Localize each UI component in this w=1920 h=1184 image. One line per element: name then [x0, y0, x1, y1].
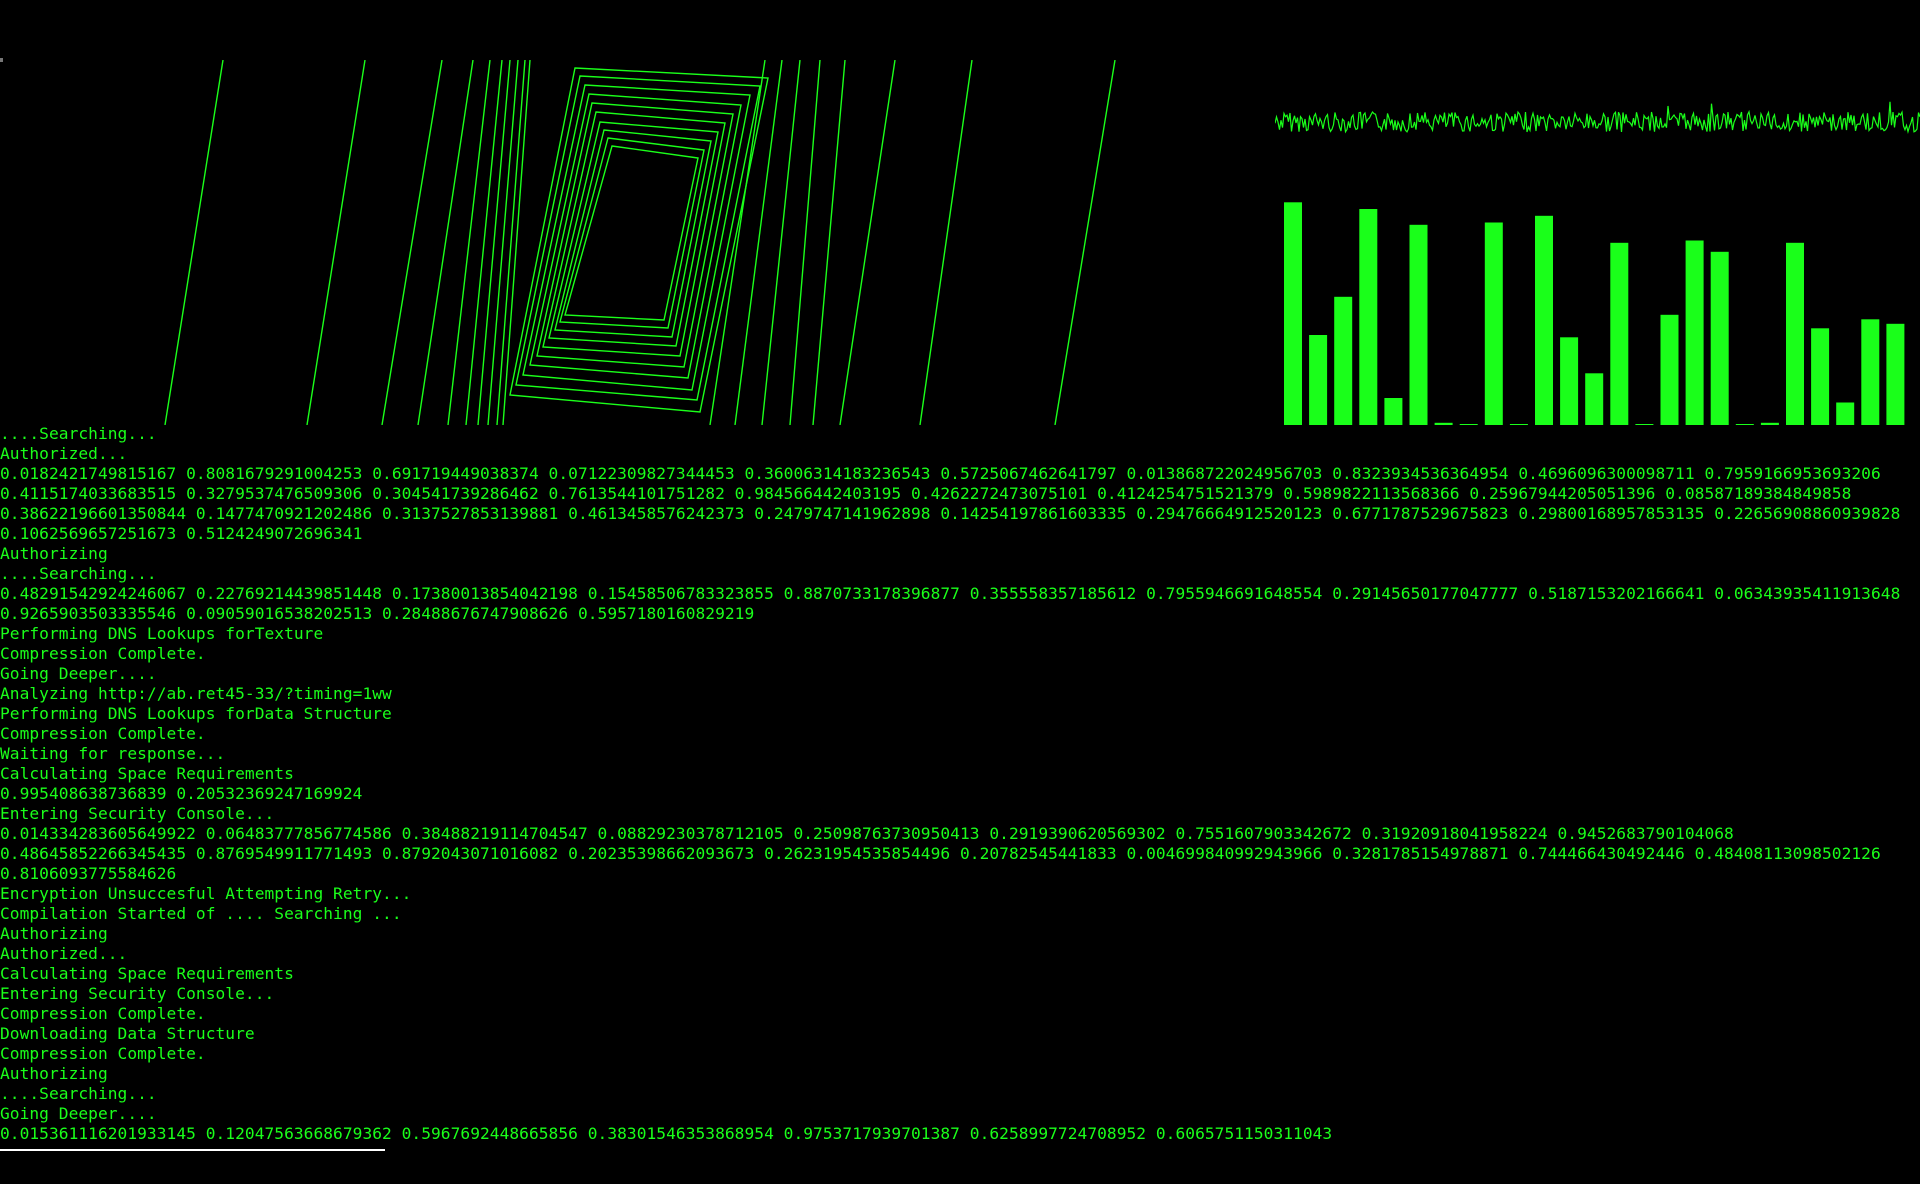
tunnel-line — [1054, 60, 1116, 425]
bar — [1384, 398, 1403, 425]
waveform-visualization — [1275, 101, 1920, 134]
bar — [1309, 335, 1328, 425]
bar — [1334, 296, 1353, 425]
log-line: Analyzing http://ab.ret45-33/?timing=1ww — [0, 684, 392, 703]
bar — [1786, 242, 1804, 425]
terminal-log: ....Searching... Authorized... 0.0182421… — [0, 424, 1920, 1144]
bar — [1560, 337, 1579, 425]
bar — [1811, 328, 1830, 425]
tunnel-line — [487, 60, 519, 425]
tunnel-line — [496, 60, 526, 425]
tunnel-line — [919, 60, 973, 425]
log-line: Authorizing — [0, 544, 108, 563]
log-line: 0.38622196601350844 0.1477470921202486 0… — [0, 504, 1901, 523]
log-line: ....Searching... — [0, 424, 157, 443]
bar-graph-visualization — [1284, 202, 1905, 425]
log-line: 0.48291542924246067 0.22769214439851448 … — [0, 584, 1901, 603]
tunnel-line — [164, 60, 224, 425]
bar — [1710, 251, 1729, 425]
log-line: Compilation Started of .... Searching ..… — [0, 904, 402, 923]
log-line: Calculating Space Requirements — [0, 964, 294, 983]
log-line: Compression Complete. — [0, 644, 206, 663]
log-line: Compression Complete. — [0, 1044, 206, 1063]
tunnel-line — [381, 60, 443, 425]
bar — [1610, 242, 1629, 425]
waveform-trace — [1275, 101, 1920, 134]
bar — [1886, 323, 1905, 425]
tunnel-visualization — [164, 60, 1116, 425]
bar — [1484, 222, 1503, 425]
log-line: ....Searching... — [0, 1084, 157, 1103]
log-line: Performing DNS Lookups forTexture — [0, 624, 324, 643]
log-line: 0.1062569657251673 0.5124249072696341 — [0, 524, 363, 543]
log-line: Waiting for response... — [0, 744, 226, 763]
tunnel-line — [477, 60, 511, 425]
log-line: Encryption Unsuccesful Attempting Retry.… — [0, 884, 412, 903]
tunnel-line — [306, 60, 366, 425]
log-line: 0.015361116201933145 0.12047563668679362… — [0, 1124, 1333, 1143]
log-line: Authorizing — [0, 924, 108, 943]
log-line: 0.9265903503335546 0.09059016538202513 0… — [0, 604, 755, 623]
log-line: 0.8106093775584626 — [0, 864, 177, 883]
bar — [1535, 215, 1553, 425]
log-line: 0.48645852266345435 0.8769549911771493 0… — [0, 844, 1881, 863]
tunnel-line — [502, 60, 531, 425]
tunnel-line — [734, 60, 783, 425]
tunnel-line — [839, 60, 896, 425]
bar — [1359, 209, 1378, 425]
log-line: ....Searching... — [0, 564, 157, 583]
tunnel-line — [417, 60, 474, 425]
tunnel-line — [709, 60, 766, 425]
bar — [1585, 373, 1604, 425]
log-line: Entering Security Console... — [0, 804, 275, 823]
log-line: Calculating Space Requirements — [0, 764, 294, 783]
log-line: 0.4115174033683515 0.3279537476509306 0.… — [0, 484, 1852, 503]
log-line: Authorized... — [0, 944, 128, 963]
tunnel-frame — [564, 145, 699, 321]
log-line: Authorized... — [0, 444, 128, 463]
log-line: Going Deeper.... — [0, 664, 157, 683]
log-line: Entering Security Console... — [0, 984, 275, 1003]
log-line: 0.014334283605649922 0.06483777856774586… — [0, 824, 1734, 843]
log-line: 0.0182421749815167 0.8081679291004253 0.… — [0, 464, 1881, 483]
log-line: Compression Complete. — [0, 1004, 206, 1023]
bar — [1409, 224, 1428, 425]
log-line: Compression Complete. — [0, 724, 206, 743]
log-line: Going Deeper.... — [0, 1104, 157, 1123]
bar — [1685, 240, 1704, 425]
tunnel-line — [812, 60, 846, 425]
bar — [1284, 202, 1302, 425]
terminal-cursor — [0, 1149, 385, 1151]
log-line: Downloading Data Structure — [0, 1024, 255, 1043]
log-line: Performing DNS Lookups forData Structure — [0, 704, 392, 723]
bar — [1861, 319, 1880, 425]
log-line: Authorizing — [0, 1064, 108, 1083]
bar — [1836, 402, 1855, 425]
log-line: 0.995408638736839 0.20532369247169924 — [0, 784, 363, 803]
bar — [1660, 314, 1679, 425]
